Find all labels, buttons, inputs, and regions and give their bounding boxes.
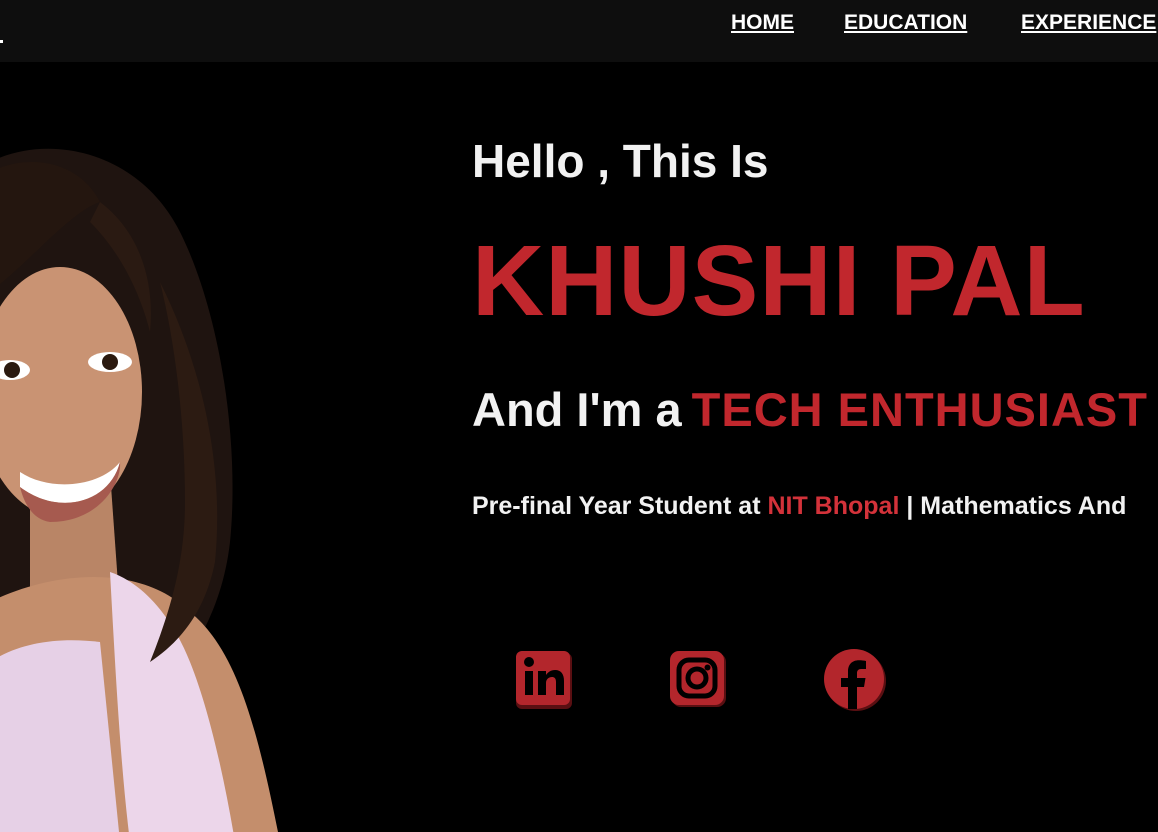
hero-role: TECH ENTHUSIAST — [691, 383, 1148, 436]
profile-photo — [0, 148, 278, 832]
hero-role-prefix: And I'm a — [472, 383, 682, 436]
navbar: HOME EDUCATION EXPERIENCE — [0, 0, 1158, 62]
hero-role-line: And I'm a TECH ENTHUSIAST — [472, 382, 1148, 437]
nav-experience-link[interactable]: EXPERIENCE — [1021, 11, 1156, 35]
hero-section: Hello , This Is KHUSHI PAL And I'm a TECH… — [0, 62, 1158, 832]
nav-marker — [0, 40, 3, 43]
hero-greeting: Hello , This Is — [472, 135, 769, 187]
tagline-highlight: NIT Bhopal — [767, 492, 900, 520]
facebook-icon[interactable] — [822, 647, 886, 711]
hero-tagline: Pre-final Year Student at NIT Bhopal | M… — [472, 492, 1126, 521]
nav-education-link[interactable]: EDUCATION — [844, 11, 967, 35]
linkedin-icon[interactable] — [512, 647, 576, 711]
hero-name: KHUSHI PAL — [472, 225, 1086, 337]
nav-home-link[interactable]: HOME — [731, 11, 794, 35]
instagram-icon[interactable] — [666, 647, 730, 711]
tagline-prefix: Pre-final Year Student at — [472, 492, 761, 520]
tagline-suffix: | Mathematics And — [906, 492, 1127, 520]
